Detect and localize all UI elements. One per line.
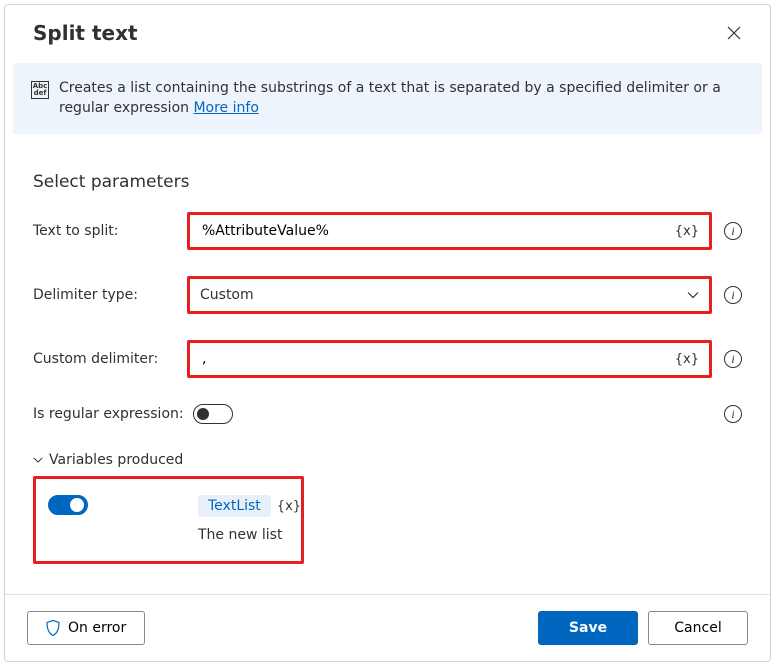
- param-text-to-split: Text to split: {x}: [33, 212, 742, 250]
- close-icon: [727, 26, 741, 40]
- variable-picker-icon[interactable]: {x}: [675, 352, 699, 367]
- variables-produced-label: Variables produced: [49, 452, 183, 468]
- more-info-link[interactable]: More info: [193, 100, 258, 116]
- info-icon[interactable]: [724, 405, 742, 423]
- variable-picker-icon[interactable]: {x}: [675, 224, 699, 239]
- variable-description: The new list: [198, 527, 301, 543]
- delimiter-type-label: Delimiter type:: [33, 287, 187, 303]
- shield-icon: [46, 620, 60, 636]
- delimiter-type-select[interactable]: Custom: [190, 279, 709, 311]
- close-button[interactable]: [718, 17, 750, 49]
- info-icon[interactable]: [724, 286, 742, 304]
- text-to-split-field[interactable]: {x}: [187, 212, 712, 250]
- chevron-down-icon: [33, 455, 43, 465]
- info-icon[interactable]: [724, 222, 742, 240]
- custom-delimiter-input[interactable]: [200, 350, 675, 368]
- variable-picker-icon[interactable]: {x}: [277, 499, 301, 514]
- description-banner: Abcdef Creates a list containing the sub…: [13, 63, 762, 134]
- delimiter-type-field[interactable]: Custom: [187, 276, 712, 314]
- variables-produced-block: TextList {x} The new list: [33, 476, 304, 564]
- is-regex-toggle[interactable]: [193, 404, 233, 424]
- description-text: Creates a list containing the substrings…: [59, 79, 744, 118]
- dialog-body: Select parameters Text to split: {x} Del…: [5, 144, 770, 594]
- param-delimiter-type: Delimiter type: Custom: [33, 276, 742, 314]
- param-is-regex: Is regular expression:: [33, 404, 742, 424]
- dialog-header: Split text: [5, 5, 770, 59]
- is-regex-control: [193, 404, 712, 424]
- dialog-title: Split text: [33, 21, 138, 45]
- custom-delimiter-field[interactable]: {x}: [187, 340, 712, 378]
- variables-produced-toggle[interactable]: Variables produced: [33, 452, 742, 468]
- info-icon[interactable]: [724, 350, 742, 368]
- split-text-dialog: Split text Abcdef Creates a list contain…: [4, 4, 771, 662]
- text-to-split-label: Text to split:: [33, 223, 187, 239]
- chevron-down-icon: [687, 289, 699, 301]
- dialog-footer: On error Save Cancel: [5, 594, 770, 661]
- variable-name[interactable]: TextList: [198, 495, 271, 517]
- delimiter-type-value: Custom: [200, 287, 254, 303]
- save-button[interactable]: Save: [538, 611, 638, 645]
- select-parameters-heading: Select parameters: [33, 172, 742, 192]
- is-regex-label: Is regular expression:: [33, 406, 193, 422]
- param-custom-delimiter: Custom delimiter: {x}: [33, 340, 742, 378]
- variable-enabled-toggle[interactable]: [48, 495, 88, 515]
- on-error-button[interactable]: On error: [27, 611, 145, 645]
- text-to-split-input[interactable]: [200, 222, 675, 240]
- custom-delimiter-label: Custom delimiter:: [33, 351, 187, 367]
- cancel-button[interactable]: Cancel: [648, 611, 748, 645]
- text-action-icon: Abcdef: [31, 81, 49, 99]
